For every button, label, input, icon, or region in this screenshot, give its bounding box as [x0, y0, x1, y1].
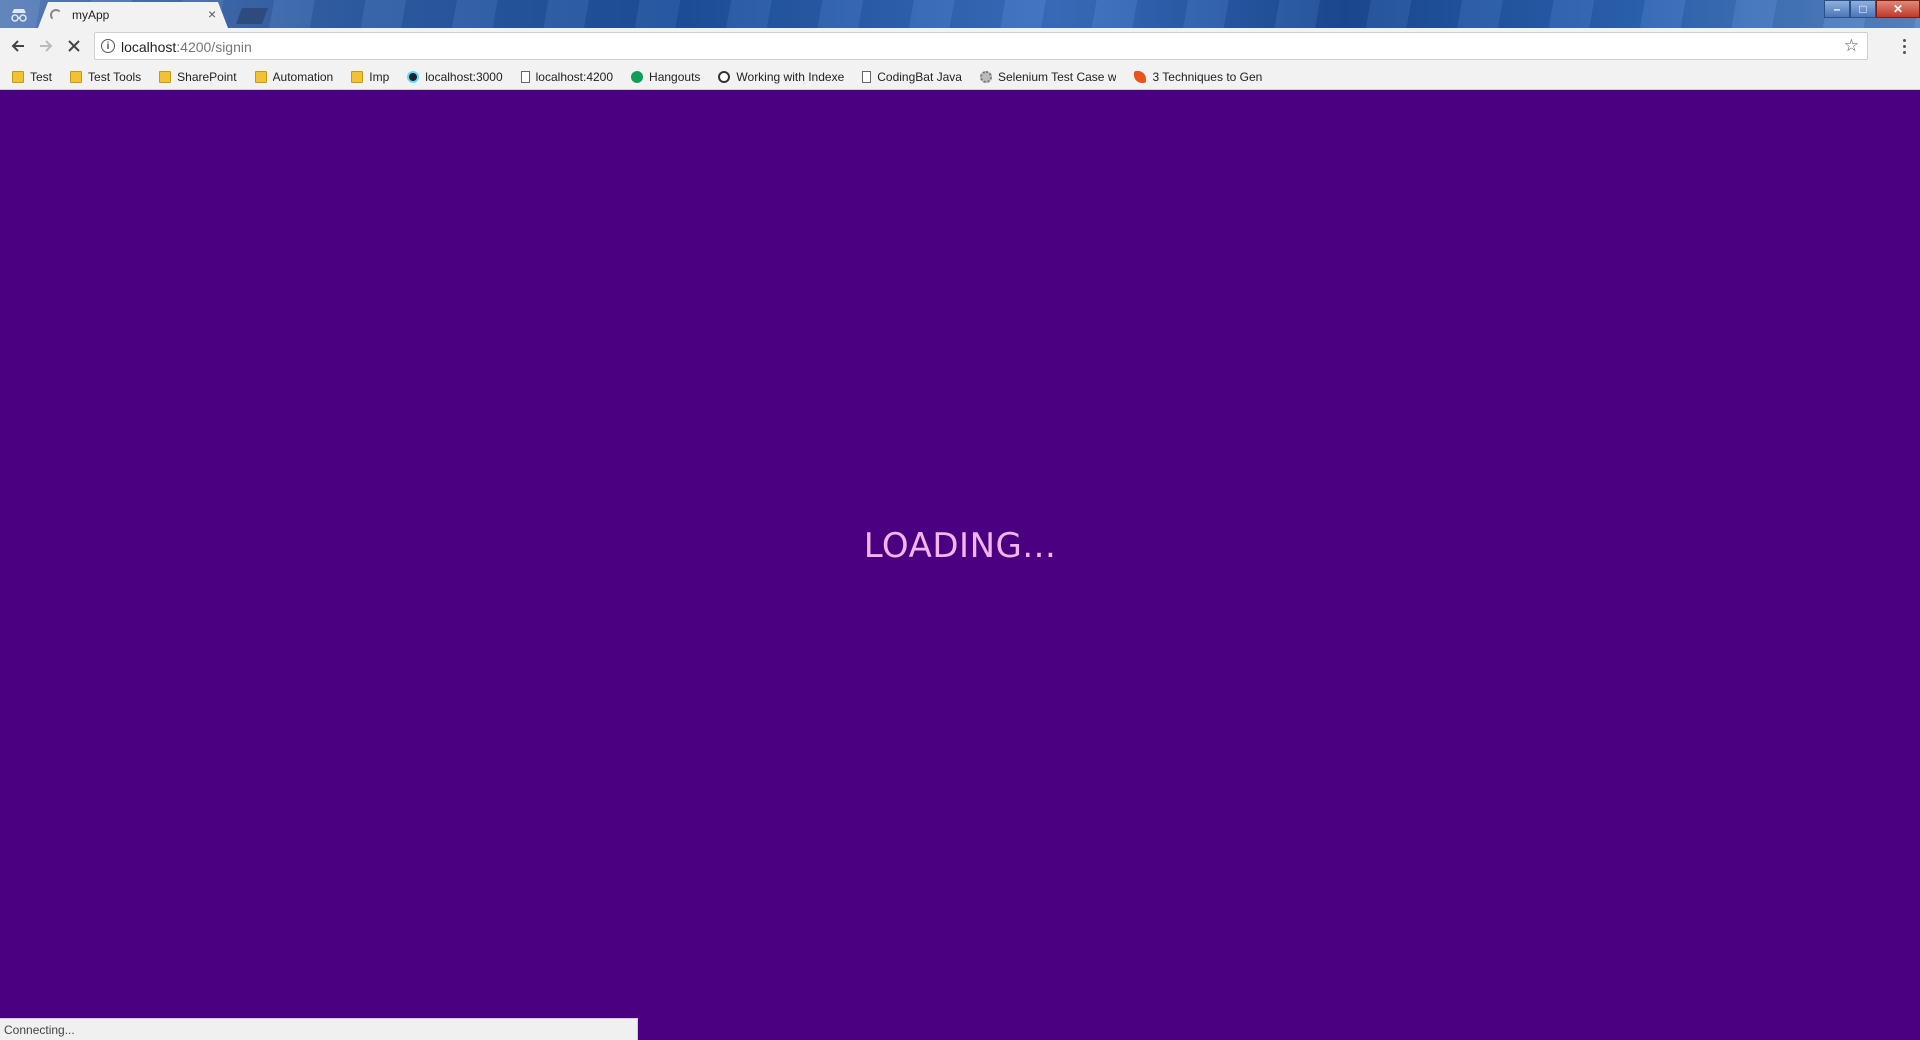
bookmark-folder-test[interactable]: Test — [8, 64, 56, 89]
folder-icon — [351, 70, 364, 83]
folder-icon — [159, 70, 172, 83]
bookmark-folder-automation[interactable]: Automation — [251, 64, 338, 89]
folder-icon — [12, 70, 24, 83]
new-tab-button[interactable] — [236, 8, 268, 24]
forward-arrow-icon[interactable] — [34, 34, 58, 58]
url-text[interactable]: localhost:4200/signin — [121, 39, 252, 55]
bookmark-folder-sharepoint[interactable]: SharePoint — [155, 64, 240, 89]
bookmark-codingbat-java[interactable]: CodingBat Java — [858, 64, 966, 89]
menu-icon[interactable] — [1896, 34, 1912, 58]
incognito-icon — [6, 4, 32, 26]
gear-icon — [979, 70, 992, 83]
tab-close-icon[interactable]: × — [208, 6, 216, 22]
bookmark-localhost-3000[interactable]: localhost:3000 — [403, 64, 506, 89]
info-icon[interactable]: i — [101, 39, 115, 53]
stop-loading-icon[interactable] — [62, 34, 86, 58]
folder-icon — [254, 70, 267, 83]
bookmark-hangouts[interactable]: Hangouts — [627, 64, 704, 89]
star-icon[interactable]: ☆ — [1844, 36, 1859, 56]
bookmark-folder-imp[interactable]: Imp — [347, 64, 393, 89]
page-viewport: LOADING... Connecting... — [0, 90, 1920, 1040]
maximize-button[interactable]: □ — [1850, 0, 1876, 18]
tab-title: myApp — [72, 8, 110, 22]
bookmark-localhost-4200[interactable]: localhost:4200 — [517, 64, 617, 89]
status-bar: Connecting... — [0, 1018, 638, 1040]
bookmark-selenium-test-case[interactable]: Selenium Test Case w — [976, 64, 1121, 89]
react-icon — [407, 70, 420, 83]
bookmarks-bar: Test Test Tools SharePoint Automation Im… — [0, 64, 1920, 90]
hangouts-icon — [631, 70, 644, 83]
address-bar[interactable]: i localhost:4200/signin ☆ — [94, 32, 1868, 60]
window-titlebar: myApp × – □ ✕ — [0, 0, 1920, 28]
site-icon — [718, 70, 731, 83]
close-window-button[interactable]: ✕ — [1876, 0, 1920, 18]
page-icon — [862, 70, 872, 83]
window-controls: – □ ✕ — [1824, 0, 1920, 20]
minimize-button[interactable]: – — [1824, 0, 1850, 18]
bookmark-3-techniques[interactable]: 3 Techniques to Gen — [1130, 64, 1266, 89]
loading-spinner-icon — [50, 9, 62, 21]
loading-text: LOADING... — [863, 526, 1057, 566]
back-arrow-icon[interactable] — [6, 34, 30, 58]
page-icon — [520, 70, 530, 83]
browser-toolbar: i localhost:4200/signin ☆ — [0, 28, 1920, 64]
tab-myapp[interactable]: myApp × — [38, 2, 228, 28]
bookmark-folder-test-tools[interactable]: Test Tools — [66, 64, 145, 89]
flame-icon — [1134, 70, 1147, 83]
folder-icon — [70, 70, 83, 83]
bookmark-working-with-indexeddb[interactable]: Working with Indexe — [714, 64, 848, 89]
